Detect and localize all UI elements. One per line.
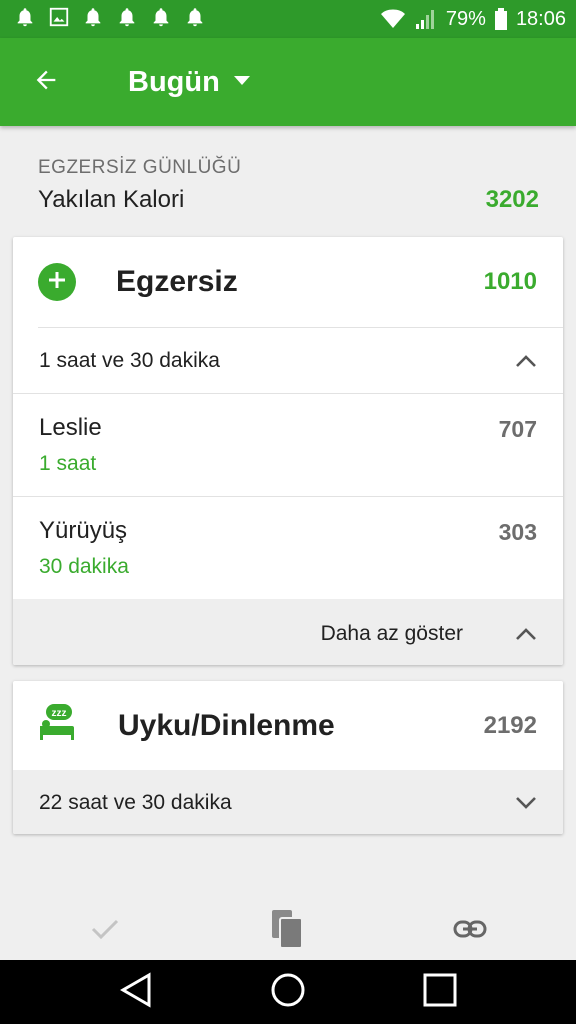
link-button[interactable] (445, 908, 495, 954)
show-less-label: Daha az göster (320, 621, 463, 645)
triangle-back-icon (119, 971, 153, 1013)
chevron-down-icon (515, 796, 537, 810)
show-less-button[interactable]: Daha az göster (13, 599, 563, 665)
check-button[interactable] (80, 908, 130, 954)
copy-button[interactable] (262, 908, 312, 954)
bell-icon (14, 6, 36, 33)
exercise-duration-toggle[interactable]: 1 saat ve 30 dakika (13, 328, 563, 393)
sleep-card: zzz Uyku/Dinlenme 2192 22 saat ve 30 dak… (13, 681, 563, 834)
clock-time: 18:06 (515, 7, 566, 30)
status-right: 79% 18:06 (380, 8, 566, 31)
bell-icon (150, 6, 172, 33)
square-recents-icon (423, 973, 457, 1012)
status-bar: 79% 18:06 (0, 0, 576, 38)
sleep-title: Uyku/Dinlenme (118, 708, 335, 742)
battery-percent: 79% (445, 7, 486, 30)
entry-duration: 1 saat (39, 452, 97, 475)
entry-name: Leslie (39, 414, 102, 441)
calories-label: Yakılan Kalori (38, 186, 185, 213)
sleep-card-header: zzz Uyku/Dinlenme 2192 (13, 681, 563, 770)
nav-recents-button[interactable] (416, 968, 464, 1016)
wifi-icon (380, 8, 406, 30)
sleep-value: 2192 (483, 711, 537, 739)
list-item[interactable]: Yürüyüş 30 dakika 303 (13, 497, 563, 599)
bottom-action-bar (0, 900, 576, 960)
calories-summary: Yakılan Kalori 3202 (38, 186, 539, 214)
exercise-title: Egzersiz (116, 265, 238, 298)
entry-calories: 303 (498, 519, 537, 545)
sleep-icon: zzz (38, 704, 78, 747)
chevron-up-icon (515, 627, 537, 641)
circle-home-icon (270, 972, 306, 1013)
exercise-card-header: Egzersiz 1010 (13, 237, 563, 327)
exercise-card: Egzersiz 1010 1 saat ve 30 dakika Leslie… (13, 237, 563, 665)
bell-icon (184, 6, 206, 33)
section-label: EGZERSİZ GÜNLÜĞÜ (38, 157, 242, 178)
app-bar: Bugün (0, 38, 576, 126)
arrow-left-icon (32, 66, 60, 99)
sleep-duration-toggle[interactable]: 22 saat ve 30 dakika (13, 770, 563, 834)
image-icon (48, 6, 70, 33)
entry-calories: 707 (498, 416, 537, 442)
bell-icon (82, 6, 104, 33)
sleep-duration-summary: 22 saat ve 30 dakika (39, 790, 232, 814)
system-nav-bar (0, 960, 576, 1024)
app-title: Bugün (128, 65, 220, 98)
svg-text:zzz: zzz (52, 708, 67, 719)
plus-icon (48, 271, 66, 294)
copy-icon (270, 908, 304, 955)
back-button[interactable] (16, 52, 76, 112)
exercise-duration-summary: 1 saat ve 30 dakika (39, 348, 220, 372)
caret-down-icon (233, 73, 250, 91)
nav-back-button[interactable] (112, 968, 160, 1016)
signal-icon (414, 8, 438, 30)
battery-icon (494, 8, 508, 30)
bell-icon (116, 6, 138, 33)
exercise-value: 1010 (483, 268, 537, 295)
add-exercise-button[interactable] (38, 263, 76, 301)
notification-icons (14, 6, 206, 33)
calories-value: 3202 (485, 186, 539, 213)
chevron-up-icon (515, 354, 537, 368)
entry-name: Yürüyüş (39, 517, 128, 544)
entry-duration: 30 dakika (39, 555, 129, 578)
list-item[interactable]: Leslie 1 saat 707 (13, 394, 563, 496)
date-dropdown[interactable]: Bugün (128, 66, 250, 99)
link-icon (453, 919, 487, 944)
nav-home-button[interactable] (264, 968, 312, 1016)
check-icon (90, 917, 120, 946)
